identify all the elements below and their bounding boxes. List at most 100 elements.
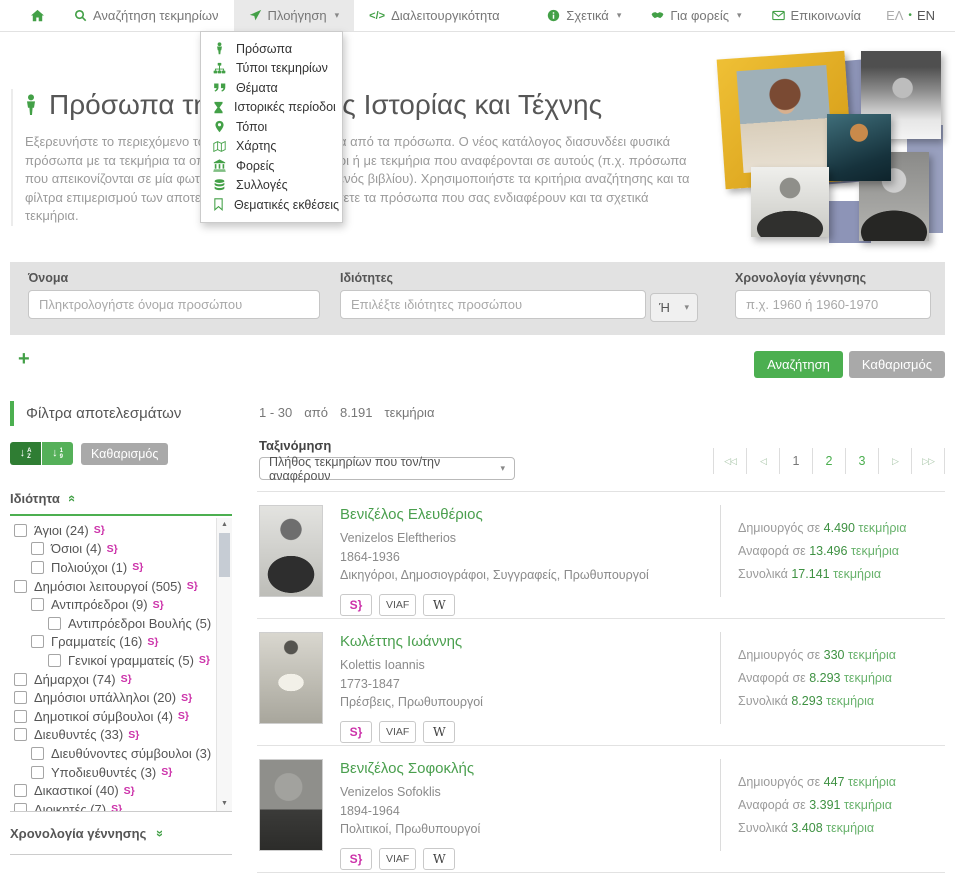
nav-dropdown-item[interactable]: Συλλογές [201, 176, 342, 196]
semantics-badge[interactable]: S} [94, 524, 105, 536]
lang-el[interactable]: ΕΛ [886, 8, 903, 23]
pagination-next[interactable]: ▷ [879, 448, 912, 474]
checkbox[interactable] [31, 765, 44, 779]
operator-select[interactable]: Ή ▾ [650, 293, 698, 322]
stat-unit[interactable]: τεκμήρια [851, 544, 899, 558]
filter-item[interactable]: Διευθυντές (33) S} [12, 726, 232, 745]
pagination-page-1[interactable]: 1 [780, 448, 813, 474]
semantics-badge[interactable]: S} [111, 803, 122, 811]
birth-year-input[interactable] [735, 290, 931, 319]
stat-value[interactable]: 8.293 [809, 671, 844, 685]
checkbox[interactable] [14, 523, 27, 537]
semantics-badge[interactable]: S} [181, 692, 192, 704]
add-criterion-button[interactable]: + [18, 348, 30, 371]
nav-dropdown-item[interactable]: Χάρτης [201, 137, 342, 157]
scrollbar-down-arrow[interactable]: ▼ [217, 797, 232, 811]
checkbox[interactable] [14, 672, 27, 686]
nav-item-about[interactable]: Σχετικά ▾ [532, 0, 636, 31]
nav-dropdown-item[interactable]: Πρόσωπα [201, 39, 342, 59]
filter-item[interactable]: Αντιπρόεδροι (9) S} [12, 595, 232, 614]
checkbox[interactable] [31, 542, 44, 556]
viaf-badge[interactable]: VIAF [379, 720, 417, 743]
nav-item-for-institutions[interactable]: Για φορείς ▾ [636, 0, 756, 31]
filter-item[interactable]: Διοικητές (7) S} [12, 800, 232, 811]
stat-value[interactable]: 8.293 [791, 694, 826, 708]
checkbox[interactable] [31, 560, 44, 574]
sort-count-button[interactable]: ↓ 19 [42, 442, 73, 465]
semantics-badge[interactable]: S} [178, 710, 189, 722]
scrollbar[interactable]: ▲ ▼ [216, 518, 232, 811]
checkbox[interactable] [14, 579, 27, 593]
birth-section-header[interactable]: Χρονολογία γέννησης « [10, 826, 232, 841]
pagination-last[interactable]: ▷▷ [912, 448, 945, 474]
stat-value[interactable]: 13.496 [809, 544, 851, 558]
person-name-link[interactable]: Βενιζέλος Σοφοκλής [340, 760, 720, 777]
clear-button[interactable]: Καθαρισμός [848, 351, 945, 378]
stat-unit[interactable]: τεκμήρια [848, 648, 896, 662]
semantics-badge[interactable]: S} [121, 673, 132, 685]
nav-dropdown-item[interactable]: Φορείς [201, 156, 342, 176]
scrollbar-thumb[interactable] [219, 533, 230, 577]
stat-unit[interactable]: τεκμήρια [833, 567, 881, 581]
lang-en[interactable]: EN [917, 8, 935, 23]
checkbox[interactable] [14, 709, 27, 723]
filter-item[interactable]: Όσιοι (4) S} [12, 540, 232, 559]
checkbox[interactable] [31, 635, 44, 649]
checkbox[interactable] [31, 746, 44, 760]
checkbox[interactable] [14, 784, 27, 798]
filter-item[interactable]: Διευθύνοντες σύμβουλοι (3)S} [12, 744, 232, 763]
checkbox[interactable] [48, 653, 61, 667]
stat-unit[interactable]: τεκμήρια [826, 821, 874, 835]
wikipedia-badge[interactable]: W [423, 847, 456, 870]
person-name-link[interactable]: Βενιζέλος Ελευθέριος [340, 506, 720, 523]
pagination-prev[interactable]: ◁ [747, 448, 780, 474]
filter-item[interactable]: Γενικοί γραμματείς (5) S} [12, 651, 232, 670]
checkbox[interactable] [14, 802, 27, 811]
person-photo[interactable] [259, 505, 323, 597]
pagination-page-2[interactable]: 2 [813, 448, 846, 474]
filter-item[interactable]: Άγιοι (24) S} [12, 521, 232, 540]
filter-item[interactable]: Δημόσιοι λειτουργοί (505) S} [12, 577, 232, 596]
semantics-badge[interactable]: S} [128, 729, 139, 741]
nav-dropdown-item[interactable]: Τύποι τεκμηρίων [201, 59, 342, 79]
stat-unit[interactable]: τεκμήρια [844, 671, 892, 685]
stat-value[interactable]: 17.141 [791, 567, 833, 581]
sort-alpha-button[interactable]: ↓ AZ [10, 442, 41, 465]
stat-unit[interactable]: τεκμήρια [826, 694, 874, 708]
stat-value[interactable]: 330 [824, 648, 848, 662]
nav-item-item-search[interactable]: Αναζήτηση τεκμηρίων [59, 0, 234, 31]
nav-item-interoperability[interactable]: </> Διαλειτουργικότητα [354, 0, 514, 31]
checkbox[interactable] [48, 616, 61, 630]
name-input[interactable] [28, 290, 320, 319]
semantics-badge[interactable]: S} [340, 720, 372, 743]
attributes-input[interactable] [340, 290, 646, 319]
nav-dropdown-item[interactable]: Ιστορικές περίοδοι [201, 98, 342, 118]
semantics-badge[interactable]: S} [187, 580, 198, 592]
semantics-badge[interactable]: S} [340, 593, 372, 616]
wikipedia-badge[interactable]: W [423, 593, 456, 616]
home-button[interactable] [16, 0, 59, 31]
semantics-badge[interactable]: S} [107, 543, 118, 555]
nav-dropdown-item[interactable]: Θέματα [201, 78, 342, 98]
filter-item[interactable]: Υποδιευθυντές (3) S} [12, 763, 232, 782]
person-photo[interactable] [259, 632, 323, 724]
semantics-badge[interactable]: S} [147, 636, 158, 648]
filter-item[interactable]: Πολιούχοι (1) S} [12, 558, 232, 577]
stat-value[interactable]: 3.391 [809, 798, 844, 812]
filter-item[interactable]: Δημοτικοί σύμβουλοι (4) S} [12, 707, 232, 726]
filters-clear-button[interactable]: Καθαρισμός [81, 442, 169, 465]
wikipedia-badge[interactable]: W [423, 720, 456, 743]
filter-item[interactable]: Δικαστικοί (40) S} [12, 781, 232, 800]
nav-dropdown-item[interactable]: Τόποι [201, 117, 342, 137]
person-name-link[interactable]: Κωλέττης Ιωάννης [340, 633, 720, 650]
stat-value[interactable]: 3.408 [791, 821, 826, 835]
filter-item[interactable]: Αντιπρόεδροι Βουλής (5)S} [12, 614, 232, 633]
stat-value[interactable]: 4.490 [824, 521, 859, 535]
viaf-badge[interactable]: VIAF [379, 847, 417, 870]
stat-unit[interactable]: τεκμήρια [858, 521, 906, 535]
checkbox[interactable] [14, 691, 27, 705]
semantics-badge[interactable]: S} [340, 847, 372, 870]
filter-item[interactable]: Γραμματείς (16) S} [12, 633, 232, 652]
pagination-page-3[interactable]: 3 [846, 448, 879, 474]
nav-item-navigation[interactable]: Πλοήγηση ▾ [233, 0, 355, 31]
